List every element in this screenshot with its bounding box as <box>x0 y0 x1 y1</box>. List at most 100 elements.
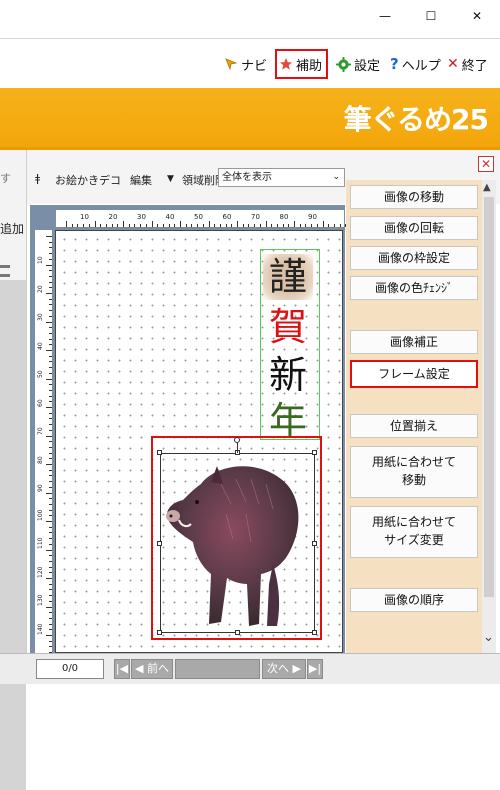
ruler-tick-mark <box>49 486 52 488</box>
frame-setting-button[interactable]: フレーム設定 <box>350 360 478 388</box>
image-rotate-button[interactable]: 画像の回転 <box>350 216 478 240</box>
ruler-tick-mark <box>49 253 52 255</box>
scroll-down-icon[interactable]: ⌄ <box>483 630 494 645</box>
ruler-tick-mark <box>49 338 52 340</box>
page-slider-track[interactable] <box>175 659 260 679</box>
first-page-button[interactable]: |◀ <box>114 659 130 679</box>
scroll-up-icon[interactable]: ▲ <box>483 182 491 193</box>
ruler-tick-mark <box>46 435 52 437</box>
ruler-tick-mark <box>49 310 52 312</box>
ruler-tick-mark <box>49 515 52 517</box>
deco-button[interactable]: お絵かきデコ <box>55 172 121 188</box>
pin-icon[interactable]: ǂ <box>35 172 40 185</box>
resize-handle[interactable] <box>312 541 317 546</box>
ruler-tick-mark <box>157 224 159 227</box>
panel-scrollbar-thumb[interactable] <box>484 197 494 597</box>
close-window-button[interactable]: ✕ <box>454 0 500 32</box>
ruler-tick-mark <box>46 464 52 465</box>
menu-settei-label: 設定 <box>354 58 381 74</box>
card-text-char: 新 <box>268 353 307 397</box>
last-page-button[interactable]: ▶| <box>307 659 323 679</box>
ruler-tick-mark <box>185 224 187 227</box>
fit-paper-resize-button[interactable]: 用紙に合わせて サイズ変更 <box>350 506 478 558</box>
ruler-tick-mark <box>49 361 52 363</box>
zoom-select[interactable]: 全体を表示 ⌄ <box>218 168 345 187</box>
card-text-char: 謹 <box>263 254 313 300</box>
ruler-tick-mark <box>248 224 250 227</box>
ruler-tick-mark <box>49 600 52 602</box>
resize-handle[interactable] <box>157 450 162 455</box>
ruler-tick-mark <box>49 395 52 397</box>
ruler-tick-mark <box>271 224 273 227</box>
resize-handle[interactable] <box>312 450 317 455</box>
resize-handle[interactable] <box>312 630 317 635</box>
boar-image[interactable] <box>160 453 315 633</box>
ruler-tick-label: 20 <box>108 213 118 221</box>
menu-hojo[interactable]: 補助 <box>275 49 329 79</box>
ruler-tick-mark <box>276 224 278 227</box>
next-page-button[interactable]: 次へ ▶ <box>262 659 306 679</box>
ruler-tick-label: 40 <box>37 341 44 350</box>
rotate-handle[interactable] <box>234 437 240 443</box>
close-panel-button[interactable]: ✕ <box>478 156 494 172</box>
ruler-tick-label: 70 <box>251 213 260 221</box>
ruler-tick-mark <box>168 224 170 227</box>
fit-resize-line2: サイズ変更 <box>384 533 444 547</box>
menu-help[interactable]: ? ヘルプ <box>390 49 441 79</box>
menu-navi[interactable]: ナビ <box>224 49 267 79</box>
ruler-tick-label: 30 <box>37 313 44 321</box>
align-button[interactable]: 位置揃え <box>350 414 478 438</box>
edit-dropdown-icon[interactable]: ▼ <box>167 174 174 184</box>
ruler-tick-mark <box>49 241 52 243</box>
ruler-tick-mark <box>49 275 52 277</box>
resize-handle[interactable] <box>157 630 162 635</box>
menu-help-label: ヘルプ <box>401 58 441 74</box>
fit-resize-line1: 用紙に合わせて <box>371 515 456 529</box>
rotate-handle-line <box>237 443 238 453</box>
minimize-button[interactable]: — <box>362 0 408 32</box>
ruler-tick-mark <box>333 224 335 227</box>
image-order-button[interactable]: 画像の順序 <box>350 588 478 612</box>
list-view-icon[interactable] <box>0 265 10 277</box>
resize-handle[interactable] <box>157 541 162 546</box>
ruler-tick-mark <box>49 372 52 374</box>
image-color-button[interactable]: 画像の色ﾁｪﾝｼﾞ <box>350 276 478 300</box>
ruler-tick-mark <box>208 221 210 227</box>
question-icon: ? <box>390 55 399 73</box>
ruler-tick-mark <box>49 543 52 545</box>
ruler-tick-mark <box>46 321 52 323</box>
image-move-button[interactable]: 画像の移動 <box>350 185 478 209</box>
prev-page-button[interactable]: ◀ 前へ <box>131 659 173 679</box>
ruler-tick-label: 70 <box>37 427 44 435</box>
ruler-tick-label: 30 <box>137 213 146 221</box>
ruler-tick-mark <box>231 224 233 227</box>
ruler-tick-mark <box>49 298 52 300</box>
maximize-icon: ☐ <box>425 9 437 23</box>
ruler-tick-mark <box>237 221 238 227</box>
ruler-tick-mark <box>49 315 52 317</box>
ruler-tick-mark <box>49 509 52 511</box>
menu-settei[interactable]: 設定 <box>336 49 380 79</box>
ruler-tick-mark <box>265 221 267 227</box>
ruler-tick-mark <box>49 332 52 334</box>
fit-paper-move-button[interactable]: 用紙に合わせて 移動 <box>350 446 478 498</box>
image-correct-button[interactable]: 画像補正 <box>350 330 478 354</box>
left-pane-add-button[interactable]: 追加 <box>0 220 24 237</box>
app-logo: 筆ぐるめ25 <box>343 103 489 136</box>
edit-menu-button[interactable]: 編集 <box>130 172 152 188</box>
zoom-select-value: 全体を表示 <box>222 172 272 183</box>
maximize-button[interactable]: ☐ <box>408 0 454 32</box>
ruler-tick-mark <box>46 293 52 294</box>
ruler-tick-mark <box>140 224 142 227</box>
ruler-tick-mark <box>49 572 52 574</box>
star-icon <box>280 58 292 70</box>
menu-end[interactable]: ✕ 終了 <box>447 49 488 79</box>
resize-handle[interactable] <box>235 630 240 635</box>
image-frame-button[interactable]: 画像の枠設定 <box>350 246 478 270</box>
ruler-tick-mark <box>49 367 52 369</box>
ruler-tick-mark <box>219 224 221 227</box>
ruler-tick-mark <box>49 560 52 562</box>
ruler-tick-mark <box>46 492 52 494</box>
ruler-tick-mark <box>49 446 52 448</box>
ruler-tick-mark <box>49 566 52 568</box>
